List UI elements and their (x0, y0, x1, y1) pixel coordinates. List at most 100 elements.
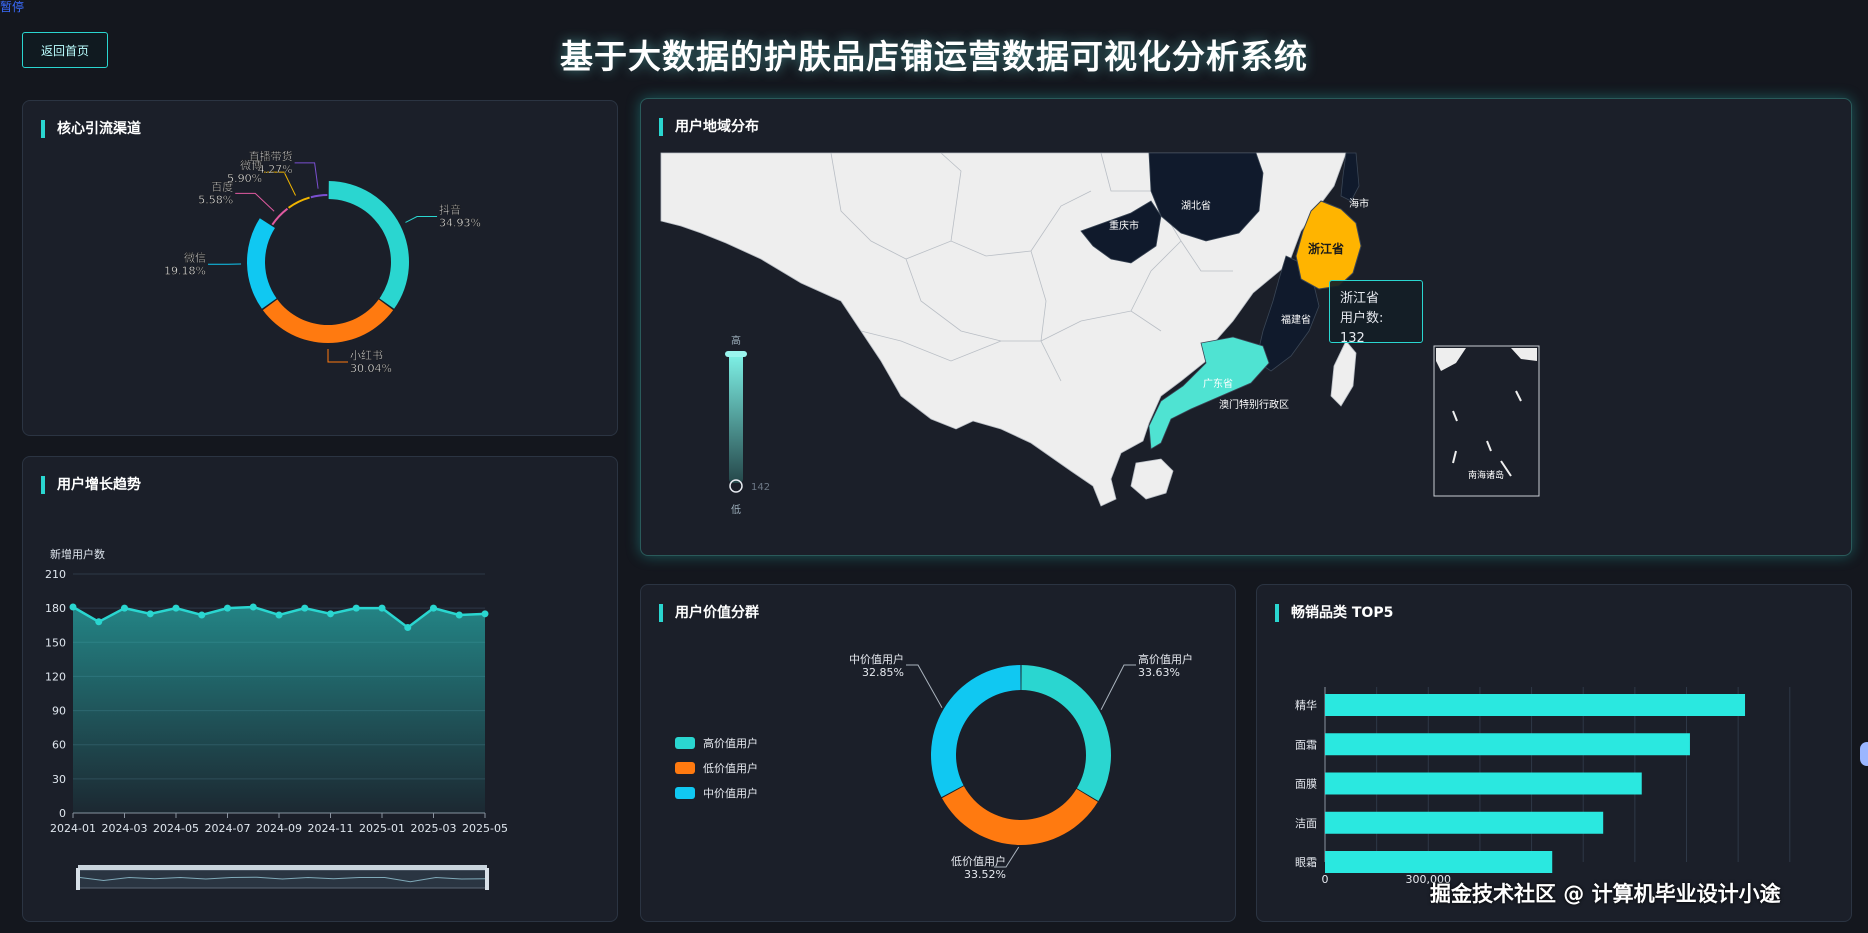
map-inset-island (1486, 440, 1492, 452)
tooltip-value: 132 (1340, 331, 1365, 346)
growth-y-tick: 120 (45, 670, 66, 683)
top5-bar (1325, 772, 1642, 795)
growth-x-tick: 2024-09 (256, 822, 302, 835)
zoom-slider-bar (78, 865, 487, 870)
tooltip-value-line: 用户数: 132 (1340, 309, 1412, 349)
top5-bar (1325, 733, 1690, 756)
map-inset-island (1452, 410, 1458, 422)
map-label-zhejiang: 浙江省 (1308, 241, 1344, 256)
growth-y-axis-title: 新增用户数 (50, 547, 105, 561)
growth-y-tick: 150 (45, 636, 66, 649)
segment-legend-swatch (675, 737, 695, 749)
tooltip-label: 用户数: (1340, 311, 1384, 326)
map-region-taiwan (1330, 340, 1357, 407)
segment-slice (931, 665, 1021, 798)
channel-slice (246, 218, 277, 309)
growth-point (455, 611, 463, 619)
top5-category-label: 面霜 (1295, 738, 1317, 751)
channel-percent: 5.58% (198, 193, 233, 206)
growth-x-tick: 2024-05 (153, 822, 199, 835)
map-region-hainan (1130, 458, 1174, 500)
growth-point (69, 603, 77, 611)
channel-percent: 34.93% (439, 217, 481, 230)
segment-label: 高价值用户 (1138, 652, 1193, 666)
map-panel: 用户地域分布 高 142 低湖北省 重庆市 福建省 广东省 海市 澳门特别行政区 浙江省 南海诸岛 (640, 98, 1852, 556)
channel-label: 抖音 (439, 203, 461, 217)
map-scale-low-label: 低 (731, 503, 741, 516)
segment-percent: 32.85% (862, 666, 904, 679)
map-label-chongqing: 重庆市 (1109, 219, 1139, 232)
map-label-fujian: 福建省 (1281, 313, 1311, 326)
pause-label[interactable]: 暂停 (0, 0, 24, 14)
channel-percent: 4.27% (258, 163, 293, 176)
growth-point (378, 604, 386, 612)
channel-slice (262, 299, 394, 343)
growth-y-tick: 210 (45, 568, 66, 581)
growth-point (121, 604, 128, 612)
page-title: 基于大数据的护肤品店铺运营数据可视化分析系统 (560, 37, 1308, 76)
segment-leader-line (906, 664, 943, 709)
segment-legend-label: 中价值用户 (703, 786, 758, 800)
growth-point (172, 604, 180, 612)
growth-point (146, 610, 154, 618)
growth-point (95, 618, 103, 626)
segments-chart: 高价值用户33.63%低价值用户33.52%中价值用户32.85%高价值用户低价… (675, 652, 1193, 881)
map-label-macau: 澳门特别行政区 (1219, 398, 1289, 411)
growth-point (249, 603, 257, 611)
growth-x-tick: 2024-03 (102, 822, 148, 835)
channel-label: 微信 (184, 250, 206, 264)
tooltip-title: 浙江省 (1340, 291, 1380, 306)
segment-label: 低价值用户 (951, 854, 1006, 868)
segment-percent: 33.52% (964, 868, 1006, 881)
channel-slice (287, 196, 310, 209)
growth-x-tick: 2024-11 (308, 822, 354, 835)
top5-category-label: 精华 (1295, 698, 1317, 712)
watermark-text: 掘金技术社区 @ 计算机毕业设计小途 (1430, 882, 1781, 906)
growth-panel: 用户增长趋势 新增用户数 0 30 60 90 120 150 180 210 2024-01 20… (22, 456, 618, 922)
growth-y-tick: 90 (52, 705, 66, 718)
map-label-shanghai: 海市 (1349, 197, 1369, 210)
segments-panel: 用户价值分群 高价值用户 33.63% 低价值用户 33.52% 中价值用户 32.85%… (640, 584, 1236, 922)
channel-slice (328, 181, 410, 309)
channel-percent: 30.04% (350, 362, 392, 375)
channels-panel: 核心引流渠道 抖音 34.93% 小红书 30.04% 微信 19.18% 百度 5.58% 微… (22, 100, 618, 436)
segment-legend-label: 高价值用户 (703, 736, 758, 750)
channel-slice (310, 194, 328, 199)
side-handle[interactable] (1860, 742, 1868, 766)
growth-y-tick: 0 (59, 807, 66, 820)
region-map[interactable]: 高 142 低 湖北省重庆市福建省广东省 海市澳门特别行政区 浙江省南海诸岛 (641, 99, 1853, 557)
map-inset-land (1511, 348, 1537, 361)
growth-x-tick: 2024-07 (205, 822, 251, 835)
map-scale-high-label: 高 (731, 334, 741, 347)
map-label-guangdong: 广东省 (1203, 377, 1233, 390)
growth-area (73, 607, 485, 813)
map-label-hubei: 湖北省 (1181, 199, 1211, 212)
growth-y-tick: 30 (52, 773, 66, 786)
growth-point (198, 611, 206, 619)
map-inset-land (1436, 348, 1466, 371)
growth-chart: 新增用户数 0 30 60 90 120 150 180 210 2024-01 2024-03 20… (45, 547, 508, 890)
zoom-slider-handle-right (485, 868, 489, 890)
segment-leader-line (1100, 664, 1136, 710)
growth-x-tick: 2025-03 (411, 822, 457, 835)
segment-percent: 33.63% (1138, 666, 1180, 679)
top5-bar (1325, 851, 1553, 873)
top5-bar (1325, 811, 1604, 834)
top5-category-label: 洁面 (1295, 817, 1317, 830)
map-scale-min-value: 142 (751, 482, 770, 493)
map-label-south-sea: 南海诸岛 (1468, 469, 1504, 481)
channel-leader-line (235, 192, 275, 212)
channel-leader-line (294, 162, 319, 189)
channel-label: 直播带货 (249, 149, 293, 163)
segment-slice (1021, 665, 1111, 801)
top5-bar (1325, 694, 1746, 716)
top5-category-label: 眼霜 (1295, 856, 1317, 869)
growth-point (352, 604, 360, 612)
growth-point (275, 611, 283, 619)
channel-label: 小红书 (350, 349, 383, 362)
segment-legend-swatch (675, 762, 695, 774)
map-scale-bar (729, 353, 743, 483)
growth-point (481, 610, 489, 618)
growth-x-tick: 2025-05 (462, 822, 508, 835)
top5-category-label: 面膜 (1295, 778, 1317, 791)
